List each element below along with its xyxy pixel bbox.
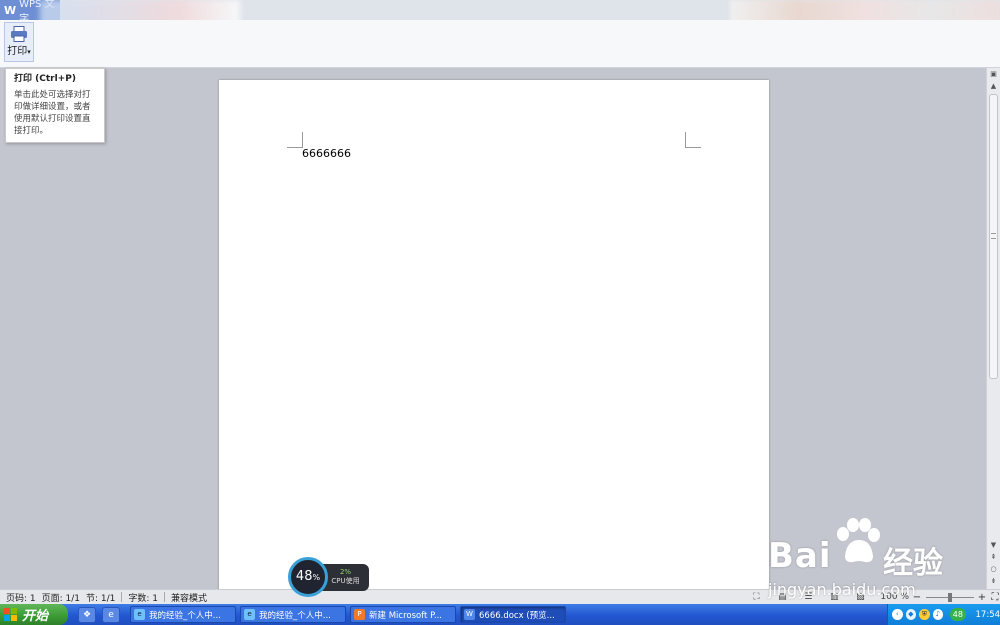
taskbar-item-label: 新建 Microsoft P...: [369, 610, 442, 621]
browse-object-icon[interactable]: ○: [987, 563, 1000, 575]
margin-marker-top-left: [287, 132, 303, 148]
scroll-up-icon[interactable]: ▲: [987, 80, 1000, 92]
divider: [164, 592, 166, 602]
ribbon-toolbar: 打印▾: [0, 20, 1000, 68]
windows-flag-icon: [4, 607, 17, 621]
fit-window-icon[interactable]: ⛶: [990, 592, 1000, 603]
cpu-usage-label: CPU使用: [331, 577, 360, 585]
shield-icon[interactable]: ⛨: [919, 609, 930, 620]
previous-page-icon[interactable]: ⇞: [987, 551, 1000, 563]
quick-launch: ❖ e: [78, 606, 126, 623]
system-tray: ‹ ◆ ⛨ ♪ 48 17:54: [887, 604, 1000, 625]
scroll-grip-icon: [991, 233, 996, 239]
percent-unit: %: [312, 573, 321, 582]
zoom-in-icon[interactable]: +: [977, 592, 987, 603]
tray-badge[interactable]: 48: [950, 608, 966, 621]
taskbar-item-active[interactable]: W 6666.docx (预览...: [460, 606, 566, 623]
vertical-scrollbar[interactable]: ▣ ▲ ▼ ⇞ ○ ⇟: [986, 68, 1000, 589]
split-view-icon[interactable]: ▣: [987, 68, 1000, 80]
wps-writer-icon: W: [464, 609, 475, 620]
status-compat-mode: 兼容模式: [171, 593, 208, 604]
ie-icon: e: [244, 609, 255, 620]
cpu-usage-value: 2%: [339, 568, 352, 576]
watermark-brand: Bai: [768, 536, 832, 576]
scroll-down-icon[interactable]: ▼: [987, 539, 1000, 551]
ie-quick-launch-icon[interactable]: e: [102, 606, 120, 623]
memory-percent-dial[interactable]: 48%: [288, 557, 328, 597]
document-page[interactable]: 6666666: [219, 80, 769, 600]
watermark-url: jingyan.baidu.com: [768, 580, 916, 599]
taskbar-item[interactable]: P 新建 Microsoft P...: [350, 606, 456, 623]
print-button[interactable]: 打印▾: [4, 22, 34, 62]
volume-icon[interactable]: ♪: [932, 609, 944, 620]
document-body-text[interactable]: 6666666: [302, 147, 351, 160]
network-icon[interactable]: ◆: [905, 609, 917, 620]
quick-launch-app-icon[interactable]: ❖: [78, 606, 96, 623]
baidu-paw-icon: [837, 518, 880, 563]
status-page-number[interactable]: 页码: 1: [6, 591, 36, 604]
taskbar-item-label: 6666.docx (预览...: [479, 610, 555, 621]
wps-logo-icon: W: [4, 3, 17, 17]
memory-percent: 48: [295, 569, 313, 584]
status-section[interactable]: 节: 1/1: [86, 591, 115, 604]
print-label: 打印: [7, 46, 28, 57]
start-label: 开始: [22, 609, 49, 624]
baidu-jingyan-watermark: Bai 经验 jingyan.baidu.com: [765, 518, 975, 600]
scrollbar-thumb[interactable]: [989, 94, 998, 379]
start-button[interactable]: 开始: [0, 604, 68, 625]
ie-icon: e: [134, 609, 145, 620]
back-arrow-icon[interactable]: ‹: [892, 609, 903, 620]
cpu-monitor-widget[interactable]: 2% CPU使用 48%: [288, 557, 369, 597]
margin-marker-top-right: [685, 132, 701, 148]
status-word-count[interactable]: 字数: 1: [128, 591, 158, 604]
next-page-icon[interactable]: ⇟: [987, 575, 1000, 587]
print-tooltip: 打印 (Ctrl+P) 单击此处可选择对打印做详细设置，或者使用默认打印设置直接…: [5, 68, 105, 143]
status-pages[interactable]: 页面: 1/1: [42, 591, 80, 604]
powerpoint-icon: P: [354, 609, 365, 620]
watermark-brand-cn: 经验: [883, 546, 943, 581]
fullscreen-view-icon[interactable]: ⛶: [748, 591, 764, 603]
taskbar-item[interactable]: e 我的经验_个人中...: [130, 606, 236, 623]
tooltip-body: 单击此处可选择对打印做详细设置，或者使用默认打印设置直接打印。: [14, 90, 91, 136]
windows-taskbar: 开始 ❖ e e 我的经验_个人中... e 我的经验_个人中... P 新建 …: [0, 604, 1000, 625]
clock[interactable]: 17:54: [976, 610, 1000, 620]
taskbar-item[interactable]: e 我的经验_个人中...: [240, 606, 346, 623]
document-canvas[interactable]: 6666666: [0, 68, 986, 600]
divider: [121, 592, 123, 602]
cpu-usage-panel: 2% CPU使用: [322, 564, 369, 591]
taskbar-item-label: 我的经验_个人中...: [259, 610, 331, 621]
tooltip-title: 打印 (Ctrl+P): [14, 74, 76, 84]
scroll-bottom-controls: ▼ ⇞ ○ ⇟: [987, 539, 1000, 587]
chevron-down-icon[interactable]: ▾: [27, 48, 31, 56]
printer-icon: [11, 26, 27, 42]
taskbar-item-label: 我的经验_个人中...: [149, 610, 221, 621]
